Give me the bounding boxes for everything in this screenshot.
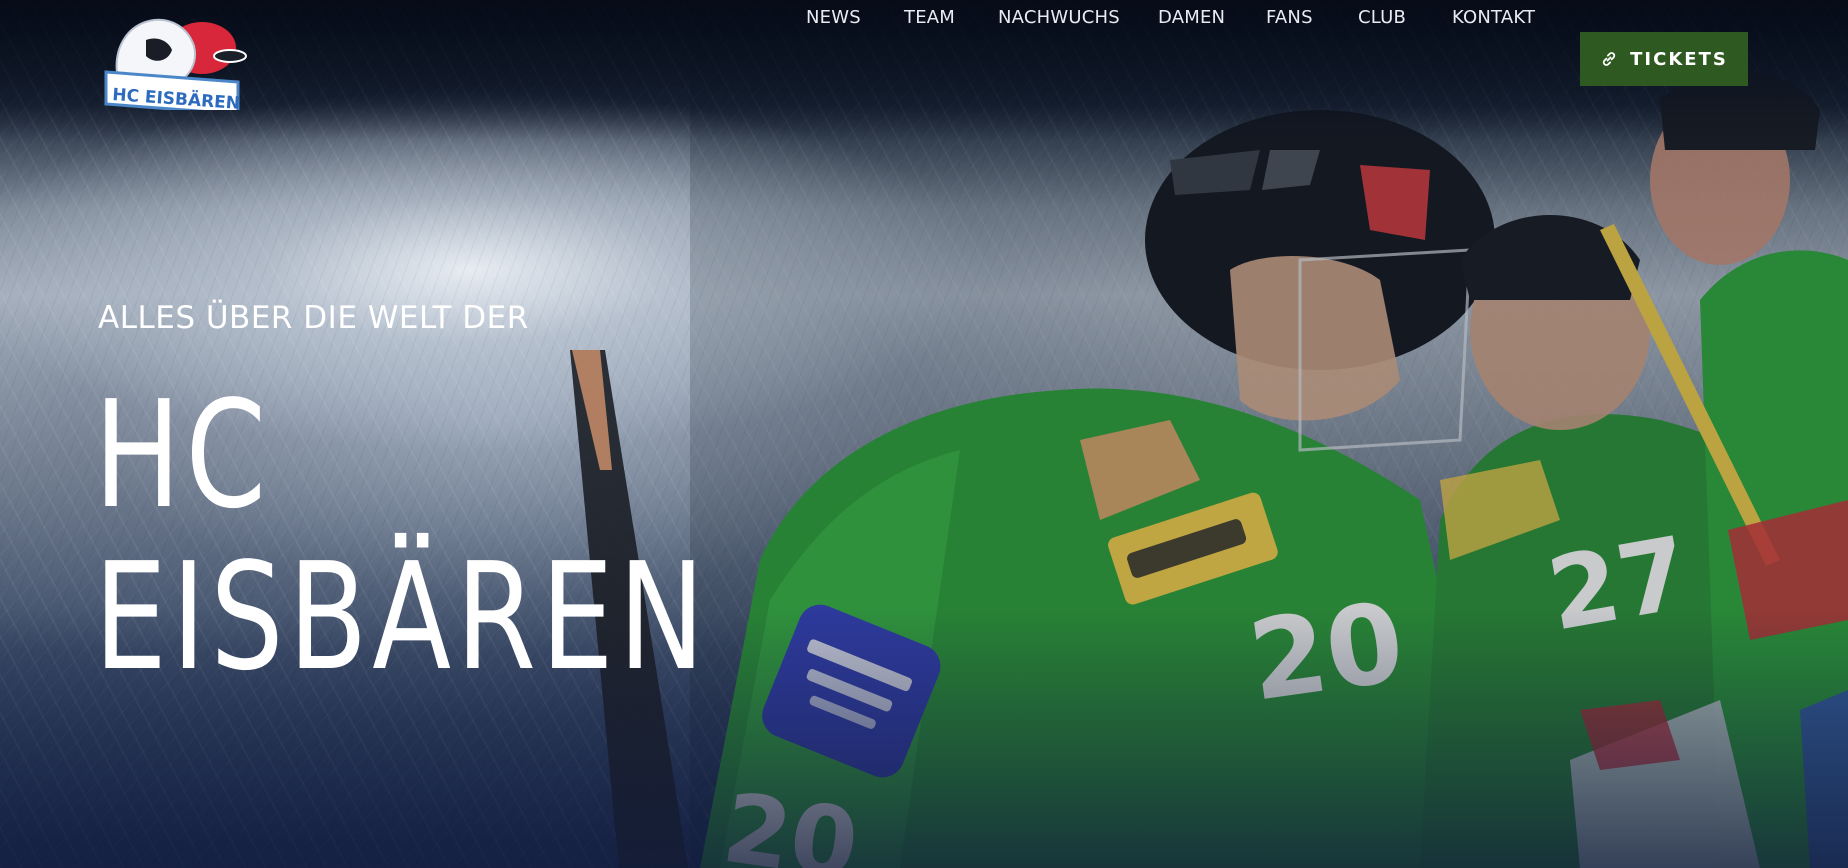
nav-kontakt[interactable]: KONTAKT <box>1452 0 1535 36</box>
tickets-button[interactable]: TICKETS <box>1580 32 1748 86</box>
hero-title-line-2: EISBÄREN <box>94 531 710 703</box>
nav-damen[interactable]: DAMEN <box>1158 0 1225 36</box>
nav-news[interactable]: NEWS <box>806 0 861 36</box>
nav-fans[interactable]: FANS <box>1266 0 1313 36</box>
link-icon <box>1603 52 1616 66</box>
tickets-label: TICKETS <box>1630 48 1728 70</box>
site-header: HC EISBÄREN NEWS TEAM NACHWUCHS DAMEN FA… <box>0 0 1848 120</box>
hero-kicker: ALLES ÜBER DIE WELT DER <box>98 300 529 336</box>
nav-team[interactable]: TEAM <box>904 0 955 36</box>
club-logo[interactable]: HC EISBÄREN <box>98 10 248 116</box>
nav-club[interactable]: CLUB <box>1358 0 1406 36</box>
nav-nachwuchs[interactable]: NACHWUCHS <box>998 0 1120 36</box>
hero-section: 20 20 27 <box>0 0 1848 868</box>
hero-title-line-1: HC <box>94 369 271 541</box>
polar-bear-logo-icon: HC EISBÄREN <box>104 18 247 116</box>
